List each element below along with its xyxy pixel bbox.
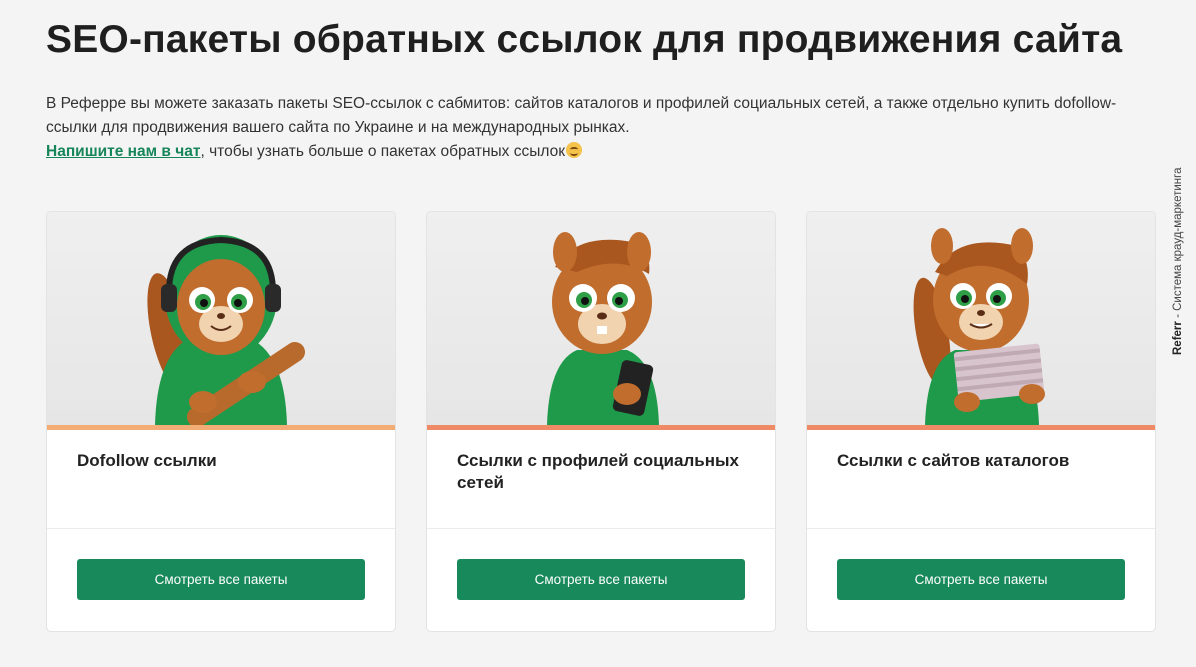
chat-line-text: , чтобы узнать больше о пакетах обратных… xyxy=(200,143,565,160)
smile-emoji-icon xyxy=(565,142,582,158)
intro-paragraph: В Реферре вы можете заказать пакеты SEO-… xyxy=(46,95,1117,136)
side-brand-text: - Система крауд-маркетинга xyxy=(1172,167,1184,322)
card-accent-stripe xyxy=(427,425,775,430)
card-image xyxy=(427,212,775,425)
squirrel-with-phone-icon xyxy=(547,232,659,425)
card-dofollow: Dofollow ссылки Смотреть все пакеты xyxy=(46,211,396,632)
view-packages-button[interactable]: Смотреть все пакеты xyxy=(457,559,745,600)
card-divider xyxy=(427,528,775,529)
card-catalog-sites: Ссылки с сайтов каталогов Смотреть все п… xyxy=(806,211,1156,632)
card-divider xyxy=(47,528,395,529)
card-accent-stripe xyxy=(47,425,395,430)
chat-link[interactable]: Напишите нам в чат xyxy=(46,143,200,160)
view-packages-button[interactable]: Смотреть все пакеты xyxy=(77,559,365,600)
page-title: SEO-пакеты обратных ссылок для продвижен… xyxy=(46,18,1123,61)
side-brand-label: Referr - Система крауд-маркетинга xyxy=(1172,168,1184,355)
card-title: Dofollow ссылки xyxy=(77,451,217,470)
card-title: Ссылки с сайтов каталогов xyxy=(837,451,1070,470)
intro-text: В Реферре вы можете заказать пакеты SEO-… xyxy=(46,92,1126,164)
side-brand-name: Referr xyxy=(1172,321,1184,355)
squirrel-with-headphones-and-bat-icon xyxy=(147,235,305,425)
card-image xyxy=(47,212,395,425)
card-title: Ссылки с профилей социальных сетей xyxy=(457,451,739,492)
squirrel-with-cards-icon xyxy=(913,228,1045,425)
card-divider xyxy=(807,528,1155,529)
view-packages-button[interactable]: Смотреть все пакеты xyxy=(837,559,1125,600)
card-social-profiles: Ссылки с профилей социальных сетей Смотр… xyxy=(426,211,776,632)
card-accent-stripe xyxy=(807,425,1155,430)
intro-chat-line: Напишите нам в чат, чтобы узнать больше … xyxy=(46,140,1126,164)
card-image xyxy=(807,212,1155,425)
